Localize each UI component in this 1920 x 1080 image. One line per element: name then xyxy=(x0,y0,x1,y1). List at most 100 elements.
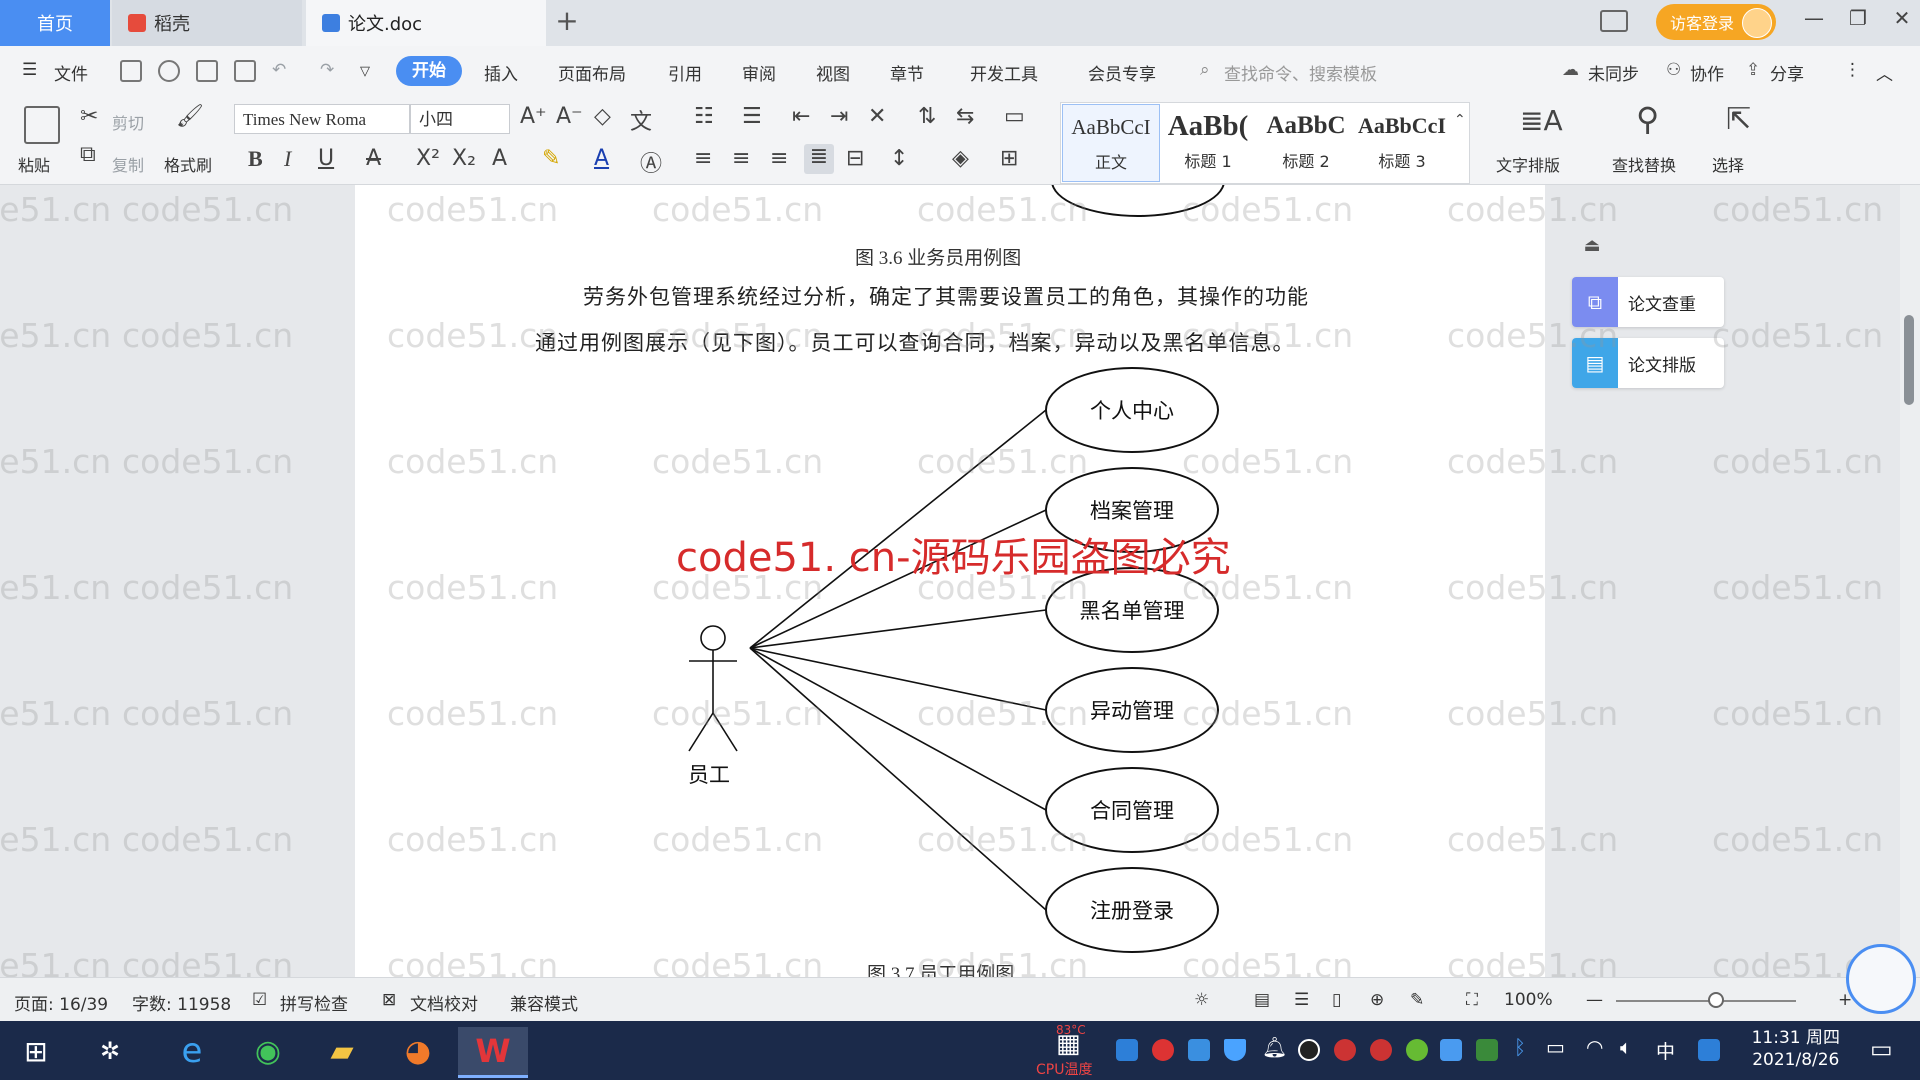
new-tab-button[interactable]: + xyxy=(552,4,582,37)
visitor-login-button[interactable]: 访客登录 xyxy=(1656,4,1776,40)
paper-check-button[interactable]: ⧉ 论文查重 xyxy=(1572,277,1724,327)
menu-member[interactable]: 会员专享 xyxy=(1088,60,1156,85)
share-button[interactable]: 分享 xyxy=(1770,60,1804,85)
phonetic-guide-icon[interactable]: 文 xyxy=(630,104,652,136)
grow-font-icon[interactable]: A⁺ xyxy=(520,104,547,129)
ruler-icon[interactable]: ▭ xyxy=(1004,104,1025,129)
assistant-bubble-icon[interactable] xyxy=(1846,944,1916,1014)
show-marks-icon[interactable]: ⇆ xyxy=(956,104,974,129)
style-heading-2[interactable]: AaBbC 标题 2 xyxy=(1258,104,1354,180)
ie-browser-icon[interactable]: e xyxy=(168,1027,216,1075)
style-normal[interactable]: AaBbCcI 正文 xyxy=(1062,104,1160,182)
collapse-ribbon-icon[interactable]: ︿ xyxy=(1876,60,1893,85)
tray-search-icon[interactable] xyxy=(1698,1039,1720,1061)
word-count[interactable]: 字数: 11958 xyxy=(132,990,231,1015)
command-search-input[interactable]: 查找命令、搜索模板 xyxy=(1224,60,1377,85)
proofread-button[interactable]: 文档校对 xyxy=(410,990,478,1015)
align-right-icon[interactable]: ≡ xyxy=(770,146,788,171)
select-button[interactable]: 选择 xyxy=(1712,152,1744,176)
cut-button[interactable]: 剪切 xyxy=(112,110,144,134)
print-icon[interactable] xyxy=(196,60,218,82)
numbering-icon[interactable]: ☰ xyxy=(742,104,762,129)
tab-document[interactable]: 论文.doc xyxy=(306,0,546,46)
notification-center-icon[interactable]: ▭ xyxy=(1870,1035,1893,1063)
tray-qq3-icon[interactable] xyxy=(1370,1039,1392,1061)
text-layout-button[interactable]: 文字排版 xyxy=(1496,152,1560,176)
browser-app-icon[interactable]: ◕ xyxy=(394,1027,442,1075)
save-icon[interactable] xyxy=(120,60,142,82)
wifi-icon[interactable]: ◠ xyxy=(1586,1035,1603,1059)
tab-home[interactable]: 首页 xyxy=(0,0,110,46)
zoom-slider-track[interactable] xyxy=(1616,1000,1796,1002)
tray-qq2-icon[interactable] xyxy=(1334,1039,1356,1061)
redo-icon[interactable]: ↷ xyxy=(320,60,334,80)
tray-netease-icon[interactable] xyxy=(1152,1039,1174,1061)
tab-docer[interactable]: 稻壳 xyxy=(112,0,302,46)
sort-icon[interactable]: ⇅ xyxy=(918,104,936,129)
justify-icon[interactable]: ≣ xyxy=(804,144,834,174)
menu-page-layout[interactable]: 页面布局 xyxy=(558,60,626,85)
collab-button[interactable]: 协作 xyxy=(1690,60,1724,85)
font-size-select[interactable]: 小四 xyxy=(410,104,510,134)
close-icon[interactable]: ✕ xyxy=(1884,6,1920,30)
menu-chapter[interactable]: 章节 xyxy=(890,60,924,85)
windows-start-icon[interactable]: ⊞ xyxy=(12,1027,60,1075)
side-panel-collapse-icon[interactable]: ⏏ xyxy=(1572,235,1612,265)
tray-green-icon[interactable] xyxy=(1406,1039,1428,1061)
wps-writer-icon[interactable]: W xyxy=(458,1027,528,1078)
menu-start[interactable]: 开始 xyxy=(396,56,462,86)
shading-icon[interactable]: ◈ xyxy=(952,146,969,171)
text-effect-icon[interactable]: A xyxy=(492,146,507,171)
clear-format-icon[interactable]: ◇ xyxy=(594,104,611,129)
zoom-level[interactable]: 100% xyxy=(1504,990,1553,1010)
find-replace-button[interactable]: 查找替换 xyxy=(1612,152,1676,176)
italic-icon[interactable]: I xyxy=(284,146,291,172)
zoom-slider-thumb[interactable] xyxy=(1708,992,1724,1008)
tray-security-icon[interactable] xyxy=(1224,1039,1246,1061)
reading-view-icon[interactable]: ▯ xyxy=(1332,990,1341,1010)
export-pdf-icon[interactable] xyxy=(158,60,180,82)
borders-icon[interactable]: ⊞ xyxy=(1000,146,1018,171)
underline-icon[interactable]: U xyxy=(318,146,334,171)
print-preview-icon[interactable] xyxy=(234,60,256,82)
vertical-scrollbar[interactable] xyxy=(1900,185,1920,977)
copy-button[interactable]: 复制 xyxy=(112,152,144,176)
style-heading-3[interactable]: AaBbCcI 标题 3 xyxy=(1354,104,1450,180)
highlight-icon[interactable]: ✎ xyxy=(542,146,560,171)
battery-icon[interactable]: ▭ xyxy=(1546,1035,1565,1059)
green-browser-icon[interactable]: ◉ xyxy=(244,1027,292,1075)
spell-check-button[interactable]: 拼写检查 xyxy=(280,990,348,1015)
bluetooth-icon[interactable]: ᛒ xyxy=(1514,1035,1526,1059)
tray-blue-icon[interactable] xyxy=(1440,1039,1462,1061)
file-explorer-icon[interactable]: ▰ xyxy=(318,1027,366,1075)
zoom-out-icon[interactable]: — xyxy=(1586,990,1603,1010)
menu-references[interactable]: 引用 xyxy=(668,60,702,85)
pinwheel-app-icon[interactable]: ✲ xyxy=(86,1027,134,1075)
menu-view[interactable]: 视图 xyxy=(816,60,850,85)
paper-layout-button[interactable]: ▤ 论文排版 xyxy=(1572,338,1724,388)
menu-file[interactable]: 文件 xyxy=(54,60,88,85)
bullets-icon[interactable]: ☷ xyxy=(694,104,714,129)
menu-developer[interactable]: 开发工具 xyxy=(970,60,1038,85)
page-indicator[interactable]: 页面: 16/39 xyxy=(14,990,108,1015)
write-mode-icon[interactable]: ✎ xyxy=(1410,990,1424,1010)
tray-app-icon[interactable] xyxy=(1116,1039,1138,1061)
tray-qq-icon[interactable] xyxy=(1298,1039,1320,1061)
outline-view-icon[interactable]: ☰ xyxy=(1294,990,1309,1010)
tray-nvidia-icon[interactable] xyxy=(1476,1039,1498,1061)
line-spacing-icon[interactable]: ↕ xyxy=(890,146,908,171)
page-view-icon[interactable]: ▤ xyxy=(1254,990,1270,1010)
sync-button[interactable]: 未同步 xyxy=(1588,60,1639,85)
volume-icon[interactable]: 🔈︎ xyxy=(1620,1035,1632,1059)
menu-insert[interactable]: 插入 xyxy=(484,60,518,85)
paste-icon[interactable] xyxy=(24,106,60,144)
align-left-icon[interactable]: ≡ xyxy=(694,146,712,171)
scrollbar-thumb[interactable] xyxy=(1904,315,1914,405)
tray-bell-icon[interactable]: 🔔︎ xyxy=(1262,1035,1287,1059)
bold-icon[interactable]: B xyxy=(248,146,263,172)
restore-icon[interactable]: ❐ xyxy=(1840,6,1876,30)
web-view-icon[interactable]: ⊕ xyxy=(1370,990,1384,1010)
strikethrough-icon[interactable]: A xyxy=(366,146,381,171)
hamburger-icon[interactable]: ☰ xyxy=(22,60,37,80)
tray-remote-icon[interactable] xyxy=(1188,1039,1210,1061)
